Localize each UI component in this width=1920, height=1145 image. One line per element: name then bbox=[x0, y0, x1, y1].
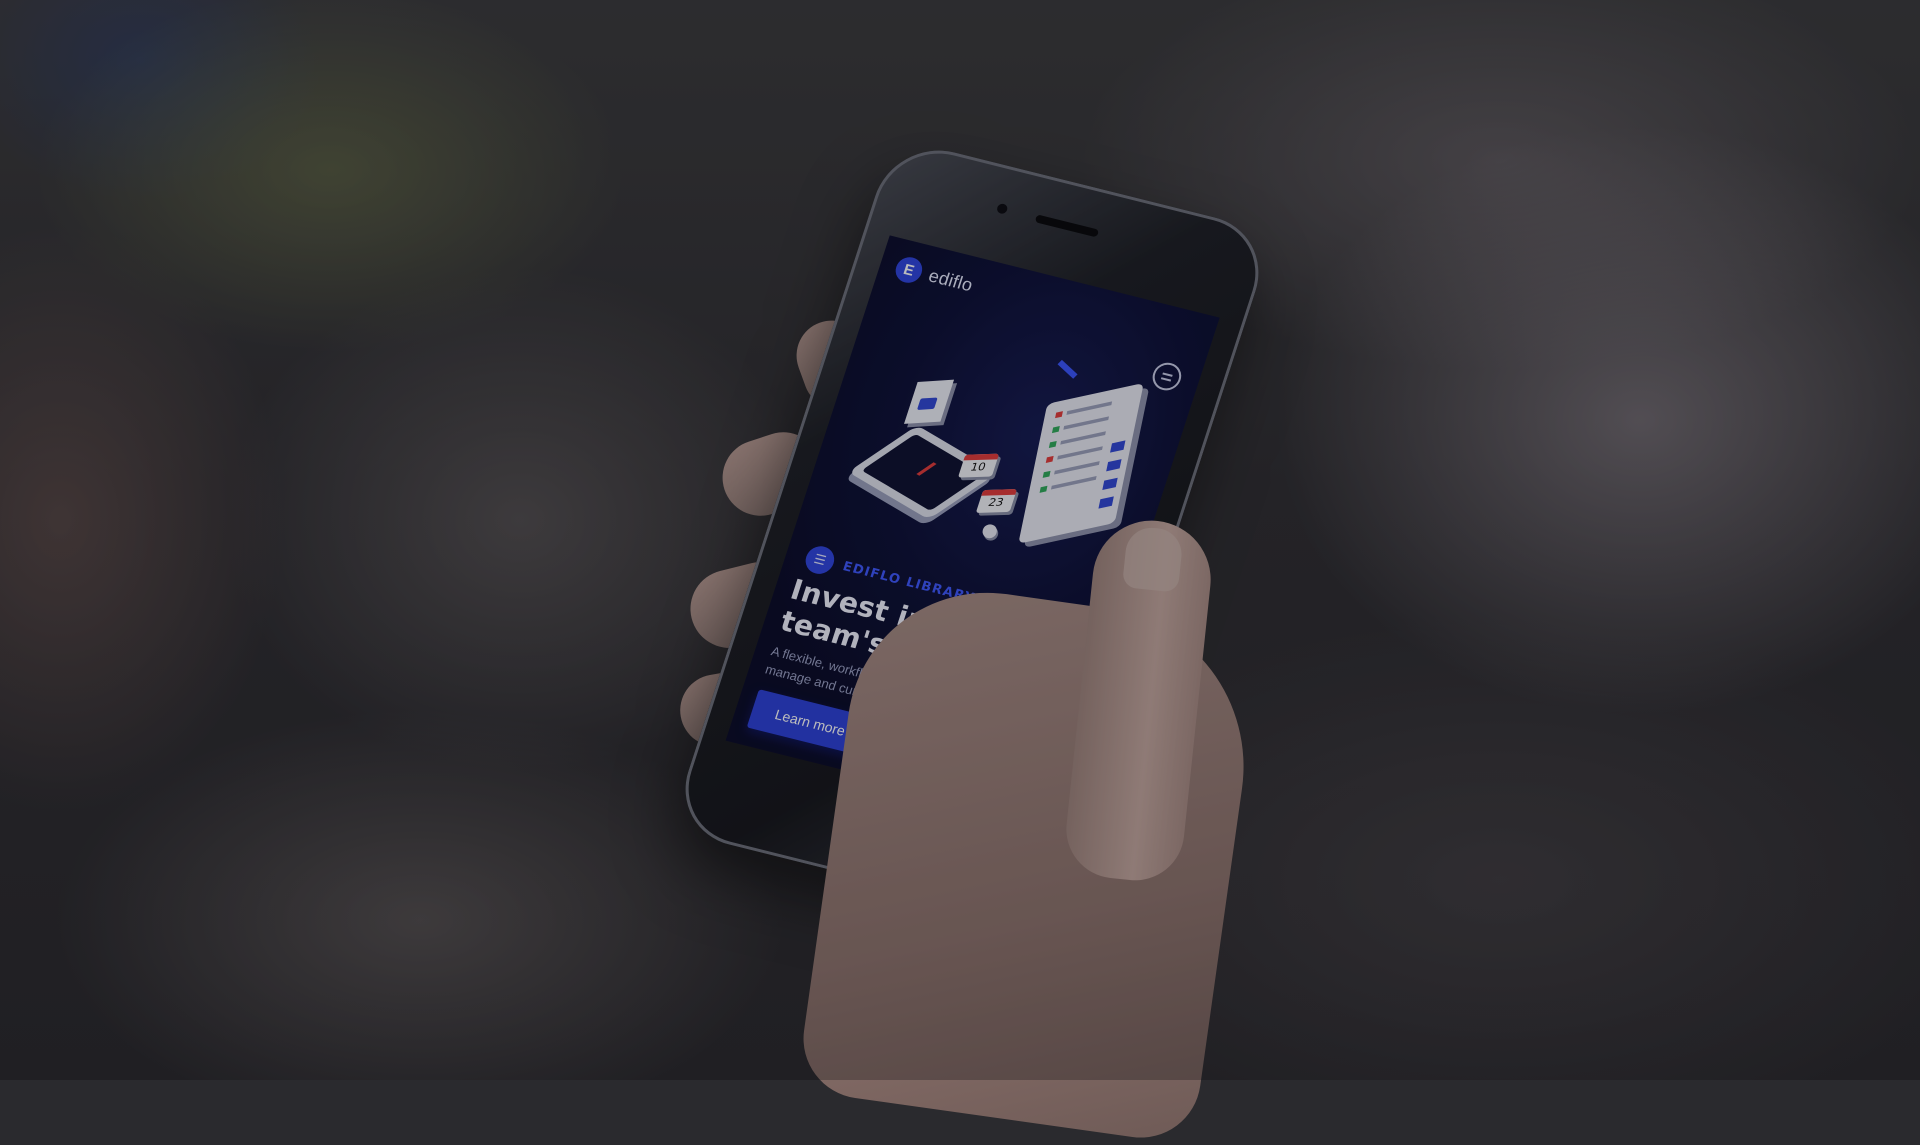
dark-overlay bbox=[0, 0, 1920, 1080]
